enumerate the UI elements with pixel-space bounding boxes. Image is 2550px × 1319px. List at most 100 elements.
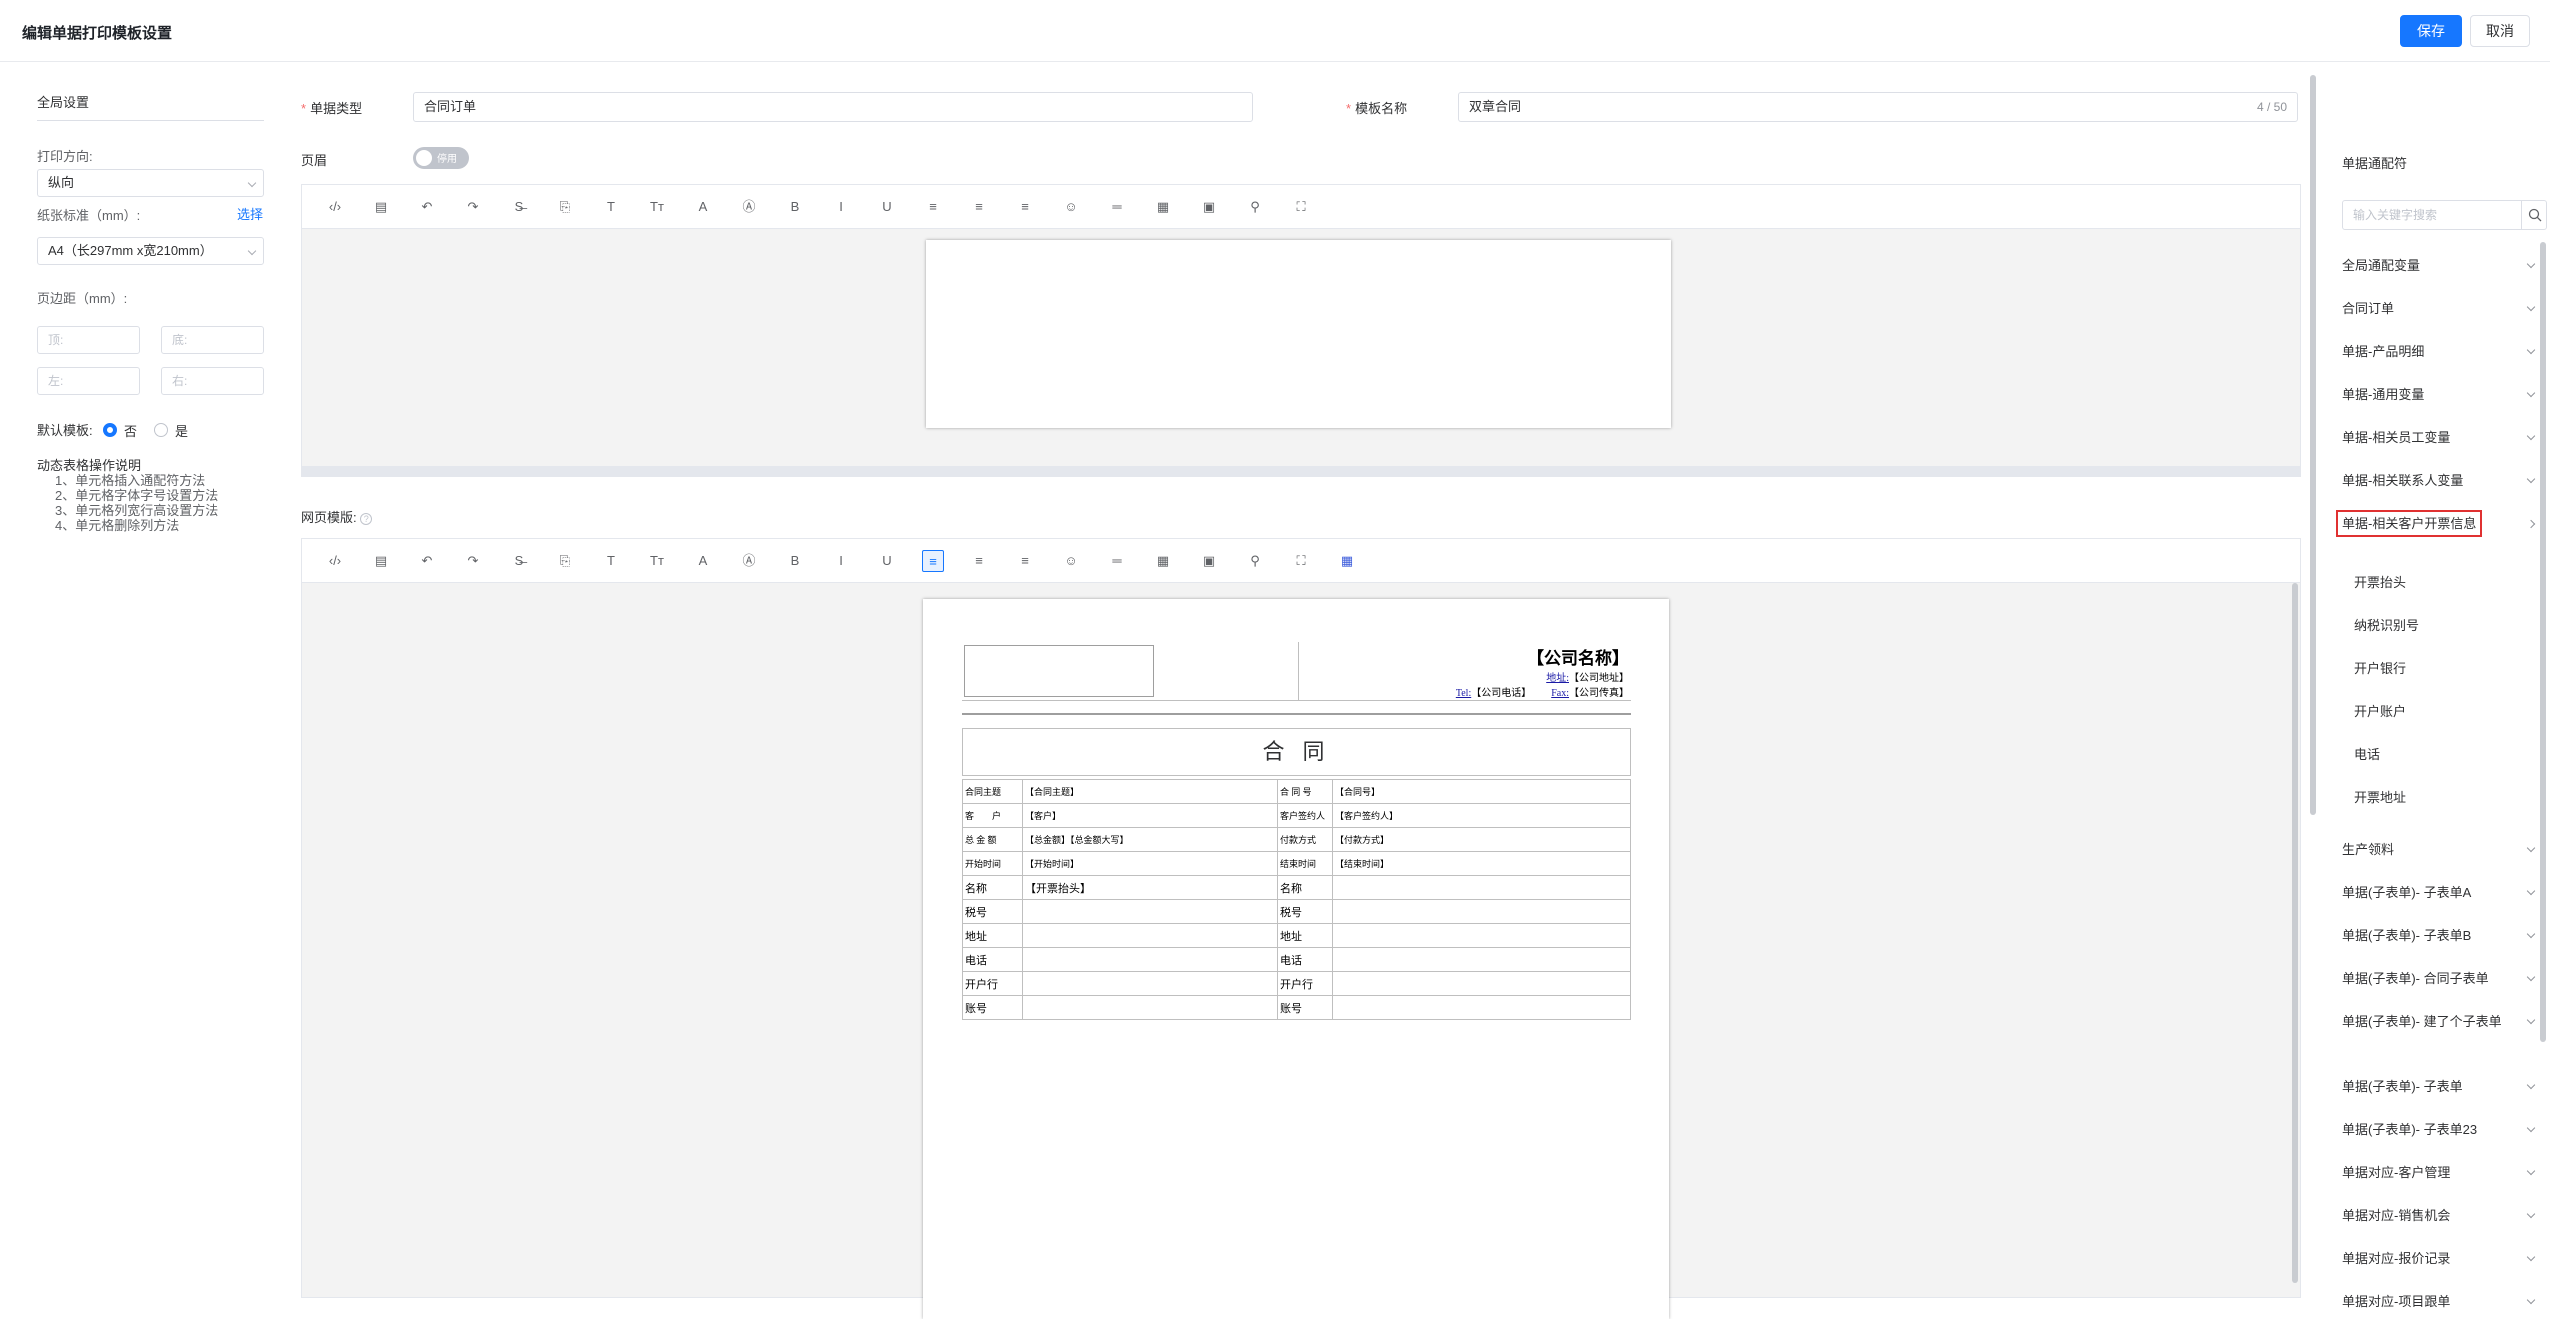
wildcard-item[interactable]: 电话 [2354,744,2380,763]
print-direction-select[interactable]: 纵向 [37,169,264,197]
margin-right-input[interactable]: 右: [161,367,264,395]
field-label-cell[interactable]: 付款方式 [1277,827,1333,852]
wildcard-group[interactable]: 单据对应-客户管理 [2342,1164,2538,1182]
paste-icon[interactable]: ⎘ [554,550,576,572]
resize-bar[interactable] [302,466,2300,476]
body-edit-area[interactable]: 【公司名称】 地址:【公司地址】 Tel:【公司电话】 Fax:【公司传真】 合… [302,583,2300,1319]
paste-icon[interactable]: ⎘ [554,196,576,218]
wildcard-item[interactable]: 纳税识别号 [2354,615,2419,634]
horizontal-rule-icon[interactable]: ═ [1106,550,1128,572]
field-label-cell[interactable]: 开户行 [1277,971,1333,996]
wildcard-group[interactable]: 单据对应-项目跟单 [2342,1293,2538,1311]
field-label-cell[interactable]: 合 同 号 [1277,779,1333,804]
wildcard-item[interactable]: 开户账户 [2354,701,2406,720]
bold-icon[interactable]: B [784,196,806,218]
image-icon[interactable]: ▣ [1198,550,1220,572]
field-value-cell[interactable]: 【结束时间】 [1332,851,1631,876]
doc-type-input[interactable]: 合同订单 [413,92,1253,122]
field-label-cell[interactable]: 名称 [1277,875,1333,900]
font-icon[interactable]: T [600,196,622,218]
align-center-icon[interactable]: ≡ [968,196,990,218]
align-center-icon[interactable]: ≡ [968,550,990,572]
paper-size-select[interactable]: A4（长297mm x宽210mm） [37,237,264,265]
horizontal-rule-icon[interactable]: ═ [1106,196,1128,218]
wildcard-item[interactable]: 开票抬头 [2354,572,2406,591]
field-label-cell[interactable]: 电话 [1277,947,1333,972]
field-label-cell[interactable]: 地址 [1277,923,1333,948]
note-item[interactable]: 1、单元格插入通配符方法 [37,473,218,488]
table-properties-icon[interactable]: ▦ [1336,550,1358,572]
wildcard-group[interactable]: 生产领料 [2342,841,2538,859]
attachment-icon[interactable]: ⚲ [1244,196,1266,218]
wildcard-group[interactable]: 单据(子表单)- 子表单A [2342,884,2538,902]
align-right-icon[interactable]: ≡ [1014,196,1036,218]
field-value-cell[interactable] [1022,971,1278,996]
background-color-icon[interactable]: Ⓐ [738,196,760,218]
margin-bottom-input[interactable]: 底: [161,326,264,354]
redo-icon[interactable]: ↷ [462,196,484,218]
field-value-cell[interactable] [1332,947,1631,972]
wildcard-item[interactable]: 开票地址 [2354,787,2406,806]
group-global-wildcards[interactable]: 全局通配变量 [2342,257,2538,275]
cancel-button[interactable]: 取消 [2470,15,2530,47]
field-value-cell[interactable] [1332,875,1631,900]
emoji-icon[interactable]: ☺ [1060,550,1082,572]
font-color-icon[interactable]: A [692,196,714,218]
underline-icon[interactable]: U [876,550,898,572]
field-label-cell[interactable]: 名称 [962,875,1023,900]
font-size-icon[interactable]: Tт [646,550,668,572]
field-value-cell[interactable] [1022,899,1278,924]
wildcard-item[interactable]: 开户银行 [2354,658,2406,677]
field-value-cell[interactable] [1332,971,1631,996]
align-left-icon[interactable]: ≡ [922,550,944,572]
field-label-cell[interactable]: 总 金 额 [962,827,1023,852]
field-value-cell[interactable] [1022,923,1278,948]
body-paper[interactable]: 【公司名称】 地址:【公司地址】 Tel:【公司电话】 Fax:【公司传真】 合… [923,599,1669,1319]
template-name-input[interactable]: 双章合同 4 / 50 [1458,92,2298,122]
field-label-cell[interactable]: 账号 [1277,995,1333,1020]
header-edit-area[interactable] [302,229,2300,468]
code-icon[interactable]: ‹/› [324,550,346,572]
undo-icon[interactable]: ↶ [416,196,438,218]
undo-icon[interactable]: ↶ [416,550,438,572]
field-value-cell[interactable] [1332,899,1631,924]
margin-top-input[interactable]: 顶: [37,326,140,354]
field-label-cell[interactable]: 合同主题 [962,779,1023,804]
strikethrough-icon[interactable]: S̶ [508,550,530,572]
emoji-icon[interactable]: ☺ [1060,196,1082,218]
field-label-cell[interactable]: 电话 [962,947,1023,972]
field-value-cell[interactable]: 【开票抬头】 [1022,875,1278,900]
group-common-vars[interactable]: 单据-通用变量 [2342,386,2538,404]
bold-icon[interactable]: B [784,550,806,572]
page-header-toggle[interactable]: 停用 [413,147,469,169]
code-icon[interactable]: ‹/› [324,196,346,218]
main-scrollbar[interactable] [2310,75,2316,815]
wildcard-group[interactable]: 单据(子表单)- 子表单 [2342,1078,2538,1096]
search-button[interactable] [2521,200,2547,230]
field-value-cell[interactable] [1022,995,1278,1020]
note-item[interactable]: 3、单元格列宽行高设置方法 [37,503,218,518]
background-color-icon[interactable]: Ⓐ [738,550,760,572]
field-value-cell[interactable] [1022,947,1278,972]
paper-select-link[interactable]: 选择 [237,204,263,223]
field-value-cell[interactable]: 【客户签约人】 [1332,803,1631,828]
italic-icon[interactable]: I [830,196,852,218]
wildcard-group[interactable]: 单据(子表单)- 建了个子表单 [2342,1013,2536,1031]
fullscreen-icon[interactable]: ⛶ [1290,196,1312,218]
strikethrough-icon[interactable]: S̶ [508,196,530,218]
field-label-cell[interactable]: 税号 [1277,899,1333,924]
field-label-cell[interactable]: 开始时间 [962,851,1023,876]
font-size-icon[interactable]: Tт [646,196,668,218]
align-left-icon[interactable]: ≡ [922,196,944,218]
group-product-details[interactable]: 单据-产品明细 [2342,343,2538,361]
field-value-cell[interactable]: 【付款方式】 [1332,827,1631,852]
template-icon[interactable]: ▤ [370,550,392,572]
wildcard-group[interactable]: 单据对应-报价记录 [2342,1250,2538,1268]
field-label-cell[interactable]: 结束时间 [1277,851,1333,876]
field-label-cell[interactable]: 税号 [962,899,1023,924]
field-value-cell[interactable] [1332,923,1631,948]
default-yes-radio[interactable] [154,423,168,437]
font-color-icon[interactable]: A [692,550,714,572]
field-label-cell[interactable]: 客户签约人 [1277,803,1333,828]
field-value-cell[interactable]: 【开始时间】 [1022,851,1278,876]
